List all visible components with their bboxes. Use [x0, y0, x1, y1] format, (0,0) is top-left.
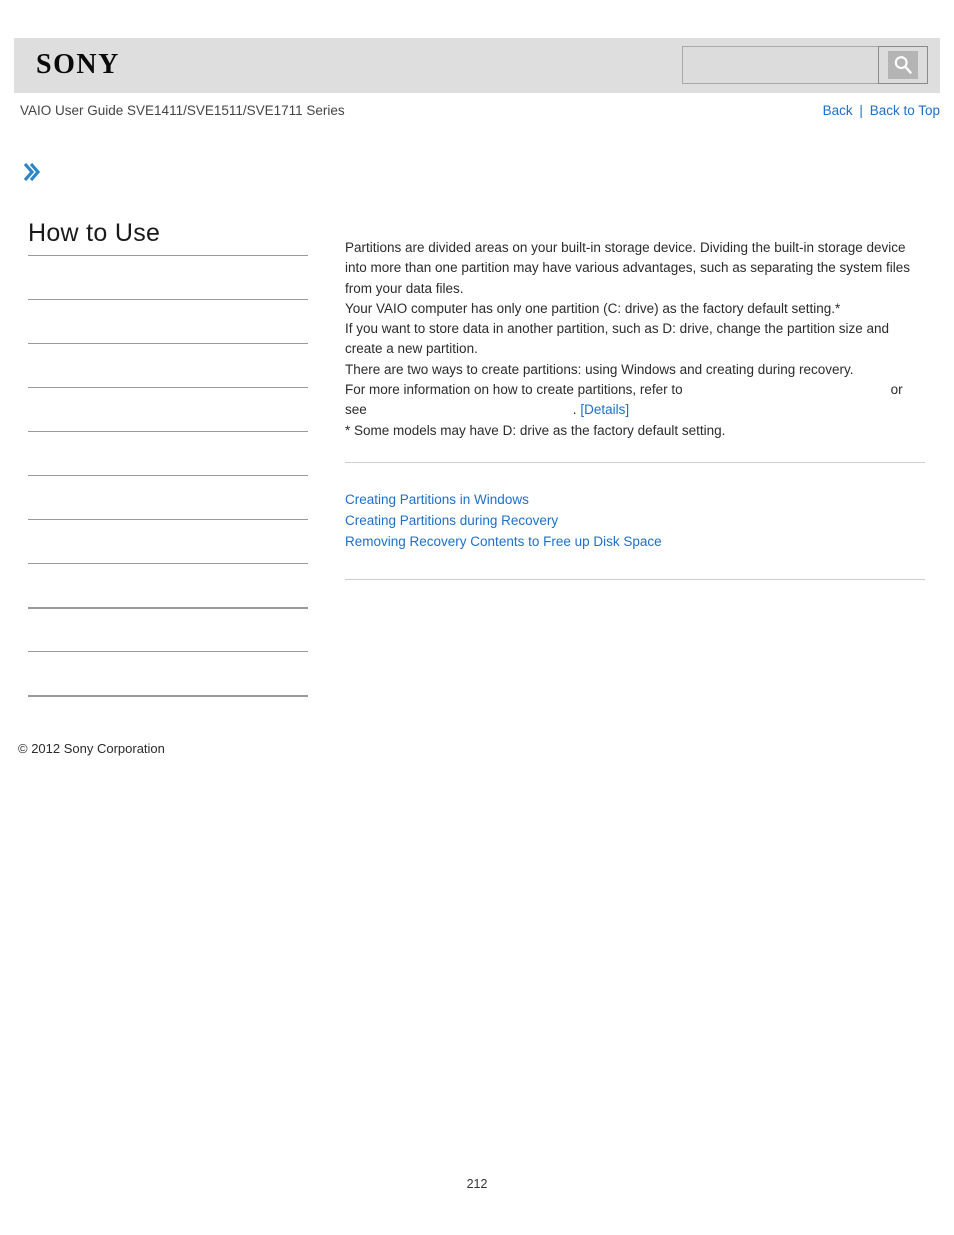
sidebar-item[interactable] [28, 563, 308, 607]
sidebar-item[interactable] [28, 299, 308, 343]
refer-suffix: or [890, 382, 903, 398]
search-icon [888, 51, 918, 79]
search-area [682, 46, 928, 84]
sidebar-item-label [28, 609, 308, 615]
sidebar-item-label [28, 256, 308, 262]
see-line: see . [Details] [345, 400, 925, 420]
chevron-right-icon[interactable] [23, 162, 46, 185]
related-links-list: Creating Partitions in Windows Creating … [345, 489, 925, 552]
related-link-removing-recovery-contents[interactable]: Removing Recovery Contents to Free up Di… [345, 531, 925, 552]
sidebar-item-label [28, 476, 308, 482]
sidebar-item[interactable] [28, 255, 308, 299]
content-divider-bottom [345, 578, 925, 580]
sidebar-item[interactable] [28, 607, 308, 651]
see-prefix: see [345, 402, 367, 418]
sidebar-item-label [28, 520, 308, 526]
sidebar-item[interactable] [28, 651, 308, 695]
sidebar: How to Use [28, 218, 308, 739]
body-paragraph-2: Your VAIO computer has only one partitio… [345, 300, 841, 316]
refer-prefix: For more information on how to create pa… [345, 382, 683, 398]
sidebar-item[interactable] [28, 519, 308, 563]
page-number: 212 [466, 1177, 488, 1191]
page-title: How to Use [28, 219, 161, 247]
back-to-top-link[interactable]: Back to Top [870, 103, 940, 118]
refer-to-line: For more information on how to create pa… [345, 380, 925, 400]
site-header: SONY [14, 38, 940, 93]
sidebar-item-label [28, 652, 308, 658]
nav-separator: | [859, 103, 863, 118]
header-nav: Back | Back to Top [823, 101, 940, 121]
body-paragraph-3: If you want to store data in another par… [345, 321, 890, 357]
sidebar-item-label [28, 344, 308, 350]
sidebar-item-label [28, 697, 308, 703]
sidebar-item-label [28, 300, 308, 306]
body-paragraph-1: Partitions are divided areas on your bui… [345, 240, 911, 296]
back-link[interactable]: Back [823, 103, 853, 118]
subheader: VAIO User Guide SVE1411/SVE1511/SVE1711 … [0, 101, 954, 123]
sidebar-item[interactable] [28, 431, 308, 475]
search-button[interactable] [878, 46, 928, 84]
sidebar-item[interactable] [28, 475, 308, 519]
details-link[interactable]: [Details] [580, 402, 629, 417]
sidebar-item[interactable] [28, 387, 308, 431]
sidebar-item-label [28, 388, 308, 394]
sidebar-item[interactable] [28, 695, 308, 739]
search-input[interactable] [682, 46, 878, 84]
document-page: SONY VAIO User Guide SVE1411/SVE1511/SVE… [0, 0, 954, 1235]
content-divider-top [345, 461, 925, 463]
footnote: * Some models may have D: drive as the f… [345, 422, 726, 438]
sidebar-item-label [28, 432, 308, 438]
related-link-creating-partitions-recovery[interactable]: Creating Partitions during Recovery [345, 510, 925, 531]
sony-logo: SONY [36, 49, 120, 80]
body-paragraph-4: There are two ways to create partitions:… [345, 361, 854, 377]
sidebar-item[interactable] [28, 343, 308, 387]
main-content: Partitions are divided areas on your bui… [345, 238, 925, 580]
see-period: . [572, 402, 577, 418]
sidebar-item-label [28, 564, 308, 570]
copyright-notice: © 2012 Sony Corporation [18, 741, 165, 756]
related-link-creating-partitions-windows[interactable]: Creating Partitions in Windows [345, 489, 925, 510]
guide-title: VAIO User Guide SVE1411/SVE1511/SVE1711 … [20, 103, 345, 118]
